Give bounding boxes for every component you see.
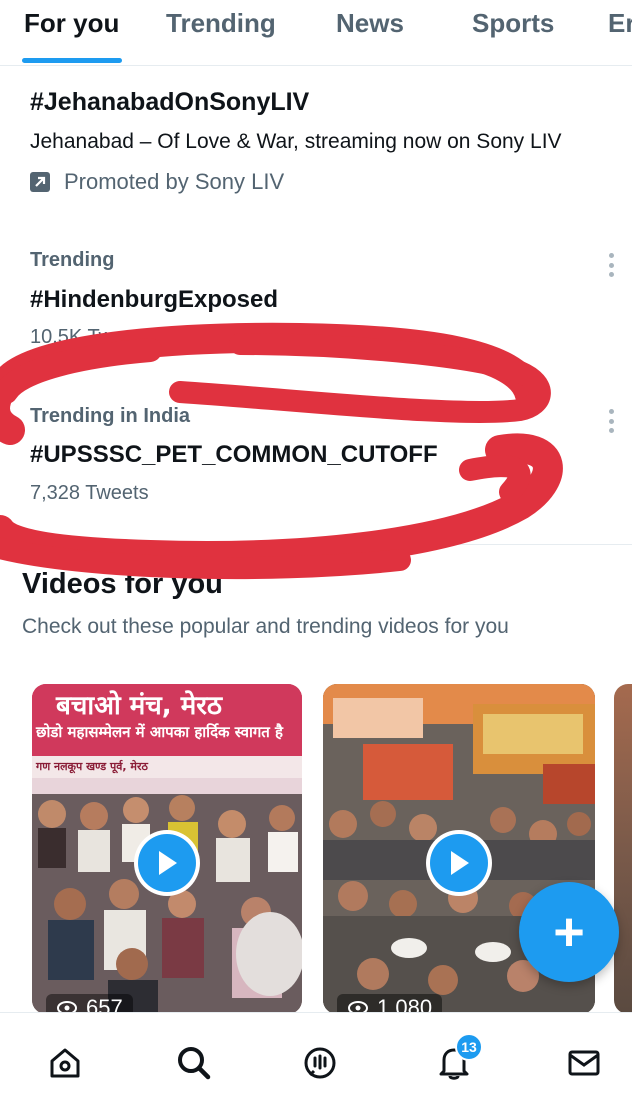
promoted-by-text: Promoted by Sony LIV	[64, 169, 285, 194]
active-tab-indicator	[22, 58, 122, 63]
play-button[interactable]	[426, 830, 492, 896]
play-button[interactable]	[134, 830, 200, 896]
bottom-navigation: 13	[0, 1012, 632, 1107]
explore-tabs: For you Trending News Sports Er	[0, 0, 632, 66]
spaces-icon[interactable]	[300, 1043, 340, 1083]
view-count: 1,080	[337, 994, 443, 1014]
view-count: 657	[46, 994, 133, 1014]
trend-name[interactable]: #HindenburgExposed	[30, 286, 278, 314]
play-icon	[159, 851, 177, 875]
home-icon[interactable]	[45, 1043, 85, 1083]
tab-for-you[interactable]: For you	[24, 8, 119, 39]
tab-trending[interactable]: Trending	[166, 8, 276, 39]
messages-icon[interactable]	[564, 1043, 604, 1083]
promoted-arrow-icon	[30, 172, 50, 192]
video-card[interactable]	[614, 684, 632, 1014]
trend-context: Trending in India	[30, 405, 190, 427]
compose-tweet-button[interactable]: +	[519, 882, 619, 982]
tab-news[interactable]: News	[336, 8, 404, 39]
trend-name[interactable]: #UPSSSC_PET_COMMON_CUTOFF	[30, 441, 438, 469]
play-icon	[451, 851, 469, 875]
plus-icon: +	[553, 902, 585, 962]
tab-entertainment[interactable]: Er	[608, 8, 632, 39]
crowd-image	[32, 794, 302, 1014]
more-options-icon[interactable]	[603, 406, 619, 436]
promoted-description: Jehanabad – Of Love & War, streaming now…	[30, 130, 562, 153]
notification-badge: 13	[455, 1033, 483, 1061]
tab-sports[interactable]: Sports	[472, 8, 554, 39]
trend-context: Trending	[30, 249, 115, 271]
videos-section-subtitle: Check out these popular and trending vid…	[22, 615, 509, 638]
trend-tweet-count: 7,328 Tweets	[30, 482, 149, 504]
more-options-icon[interactable]	[603, 250, 619, 280]
trend-tweet-count: 10.5K Tweets	[30, 326, 151, 348]
section-divider	[0, 544, 632, 545]
video-card[interactable]: बचाओ मंच, मेरठ छोडो महासम्मेलन में आपका …	[32, 684, 302, 1014]
banner-text: गण नलकूप खण्ड पूर्व, मेरठ	[36, 760, 148, 773]
videos-section-title: Videos for you	[22, 568, 223, 600]
search-icon[interactable]	[174, 1043, 214, 1083]
promoted-by-line: Promoted by Sony LIV	[30, 168, 284, 196]
banner-text: बचाओ मंच, मेरठ	[56, 691, 223, 721]
banner-text: छोडो महासम्मेलन में आपका हार्दिक स्वागत …	[36, 723, 284, 741]
promoted-hashtag[interactable]: #JehanabadOnSonyLIV	[30, 88, 309, 117]
